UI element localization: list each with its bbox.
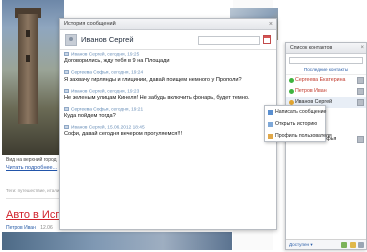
message-list: Иванов Сергей, сегодня, 19:25 Договорили… (64, 52, 272, 225)
message-time: сегодня, 19:23 (107, 88, 140, 94)
history-titlebar[interactable]: История сообщений × (60, 19, 276, 30)
history-header: Иванов Сергей (60, 30, 276, 50)
message-time: 15.06.2012 18:45 (107, 125, 145, 131)
online-icon[interactable] (341, 242, 348, 248)
contact-name: Петров Иван (295, 88, 327, 94)
message-time: сегодня, 19:21 (111, 107, 144, 113)
contact-name: Иванов Сергей (81, 35, 134, 44)
recent-contacts-link[interactable]: Последние контакты (286, 67, 366, 75)
message-author: Иванов Сергей (71, 125, 105, 131)
status-dot (289, 78, 294, 83)
contact-item[interactable]: Сергеева Екатерина (286, 75, 366, 86)
avatar (65, 34, 77, 46)
post-tags: Теги: путешествие, италия (6, 188, 62, 193)
avatar (357, 136, 364, 143)
message-meta: Иванов Сергей, сегодня, 19:25 (64, 52, 272, 57)
status-dot (289, 89, 294, 94)
menu-item-label: Написать сообщение (275, 109, 327, 115)
message: Сергеева Софья, сегодня, 19:24 Я захвачу… (64, 70, 272, 83)
avatar (357, 99, 364, 106)
close-icon[interactable]: × (269, 19, 273, 30)
message: Иванов Сергей, сегодня, 19:23 Не зеленым… (64, 88, 272, 102)
message: Иванов Сергей, 15.06.2012 18:45 Софи, да… (64, 125, 272, 138)
message-author: Сергеева Софья (71, 70, 109, 76)
menu-item-write-message[interactable]: Написать сообщение (265, 106, 327, 118)
contacts-panel: Список контактов × Последние контакты Се… (285, 42, 367, 250)
avatar (357, 88, 364, 95)
post-author[interactable]: Петров Иван (6, 225, 36, 231)
contacts-footer: Доступен ▾ (286, 239, 366, 249)
search-input[interactable] (198, 36, 260, 45)
user-icon (268, 133, 273, 139)
blog-photo (2, 0, 64, 155)
contacts-titlebar[interactable]: Список контактов × (286, 43, 366, 54)
message-text: Я захвачу гирлянды и глицинии, давай пои… (64, 76, 242, 83)
message-meta: Иванов Сергей, 15.06.2012 18:45 (64, 125, 272, 130)
message-text: Не зеленым улицам Кинеля! Не забудь вклю… (64, 94, 250, 101)
message: Сергеева Софья, сегодня, 19:21 Куда пойд… (64, 106, 272, 120)
close-icon[interactable]: × (360, 43, 364, 54)
message-meta: Сергеева Софья, сегодня, 19:21 (64, 106, 272, 113)
settings-icon[interactable] (358, 242, 364, 248)
message-icon (64, 88, 69, 93)
message-icon (64, 125, 69, 130)
message-history-window: История сообщений × Иванов Сергей Иванов… (59, 18, 277, 230)
contact-name: Сергеева Екатерина (295, 77, 346, 83)
message-time: сегодня, 19:24 (111, 70, 144, 76)
read-more-link[interactable]: Читать подробнее... (6, 165, 57, 171)
menu-item-label: Открыть историю (275, 121, 318, 127)
message-icon (64, 52, 69, 56)
message-meta: Иванов Сергей, сегодня, 19:23 (64, 88, 272, 94)
post-meta: Петров Иван 12.06 (6, 225, 53, 231)
contacts-search-input[interactable] (289, 57, 363, 64)
calendar-icon[interactable] (263, 35, 271, 44)
message-author: Иванов Сергей (71, 88, 105, 94)
contacts-title: Список контактов (290, 45, 333, 51)
divider (6, 198, 66, 199)
pencil-icon (268, 109, 273, 115)
post-date: 12.06 (40, 225, 53, 231)
contact-item[interactable]: Петров Иван (286, 86, 366, 97)
footer-icons (340, 242, 364, 252)
message-time: сегодня, 19:25 (107, 52, 140, 58)
menu-item-user-profile[interactable]: Профиль пользователя (265, 130, 332, 142)
menu-item-open-history[interactable]: Открыть историю (265, 118, 325, 130)
message-icon (64, 106, 69, 111)
avatar (357, 77, 364, 84)
message-icon (64, 70, 69, 75)
message-text: Куда пойдем тогда? (64, 113, 116, 120)
message-meta: Сергеева Софья, сегодня, 19:24 (64, 70, 272, 76)
history-title: История сообщений (64, 21, 116, 27)
message-author: Сергеева Софья (71, 107, 109, 113)
post-photo (2, 232, 232, 250)
history-icon (268, 121, 273, 127)
message-author: Иванов Сергей (71, 52, 105, 58)
message-text: Софи, давай сегодня вечером прогуляемся!… (64, 131, 182, 138)
status-selector[interactable]: Доступен (289, 242, 309, 247)
menu-item-label: Профиль пользователя (275, 133, 332, 139)
message: Иванов Сергей, сегодня, 19:25 Договорили… (64, 52, 272, 65)
message-text: Договорились, жду тебя в 9 на Площади (64, 58, 170, 65)
contact-context-menu: Написать сообщение Открыть историю Профи… (264, 105, 332, 142)
tower-window (26, 55, 30, 62)
notify-icon[interactable] (349, 242, 356, 248)
photo-caption: Вид на верхний город (6, 157, 57, 163)
tower-window (26, 30, 30, 37)
